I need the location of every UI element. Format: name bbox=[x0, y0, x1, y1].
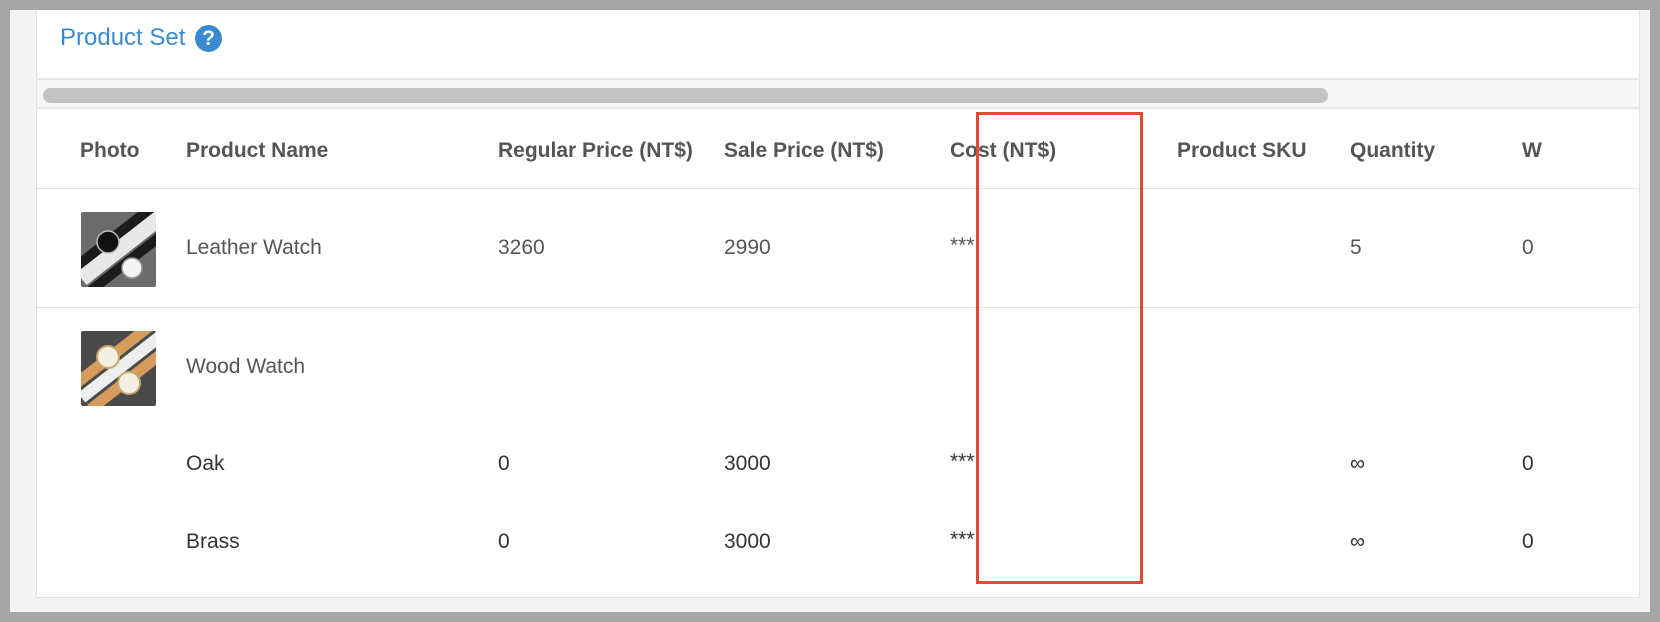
question-circle-icon[interactable]: ? bbox=[195, 25, 222, 52]
regular-price-cell: 0 bbox=[498, 530, 510, 553]
variant-row[interactable]: Brass 0 3000 *** ∞ 0 bbox=[37, 507, 1639, 567]
w-cell: 0 bbox=[1522, 530, 1534, 553]
quantity-cell: ∞ bbox=[1350, 530, 1365, 553]
table-row[interactable]: Leather Watch 3260 2990 *** 5 0 bbox=[37, 189, 1639, 308]
w-cell: 0 bbox=[1522, 236, 1534, 259]
product-set-panel: Product Set ? Photo Product Name Regular… bbox=[36, 10, 1640, 598]
sale-price-cell: 3000 bbox=[724, 452, 771, 475]
column-header-w: W bbox=[1522, 139, 1542, 162]
cost-cell: *** bbox=[950, 528, 975, 551]
column-header-regular-price: Regular Price (NT$) bbox=[498, 139, 693, 162]
product-name[interactable]: Leather Watch bbox=[186, 236, 322, 260]
page-frame: Product Set ? Photo Product Name Regular… bbox=[10, 10, 1650, 612]
column-header-product-sku: Product SKU bbox=[1177, 139, 1307, 162]
section-title: Product Set bbox=[60, 24, 186, 51]
variant-row[interactable]: Oak 0 3000 *** ∞ 0 bbox=[37, 429, 1639, 489]
horizontal-scrollbar[interactable] bbox=[37, 80, 1639, 109]
column-header-quantity: Quantity bbox=[1350, 139, 1436, 162]
column-header-sale-price: Sale Price (NT$) bbox=[724, 139, 884, 162]
column-header-photo: Photo bbox=[80, 139, 140, 162]
w-cell: 0 bbox=[1522, 452, 1534, 475]
variant-name: Brass bbox=[186, 530, 240, 553]
quantity-cell: 5 bbox=[1350, 236, 1362, 259]
quantity-cell: ∞ bbox=[1350, 452, 1365, 475]
scrollbar-thumb[interactable] bbox=[43, 88, 1328, 103]
sale-price-cell: 2990 bbox=[724, 236, 771, 259]
cost-column-highlight bbox=[976, 112, 1143, 584]
column-header-product-name: Product Name bbox=[186, 139, 329, 162]
wood-watch-thumbnail[interactable] bbox=[81, 331, 156, 406]
panel-header: Product Set ? bbox=[37, 10, 1639, 80]
sale-price-cell: 3000 bbox=[724, 530, 771, 553]
leather-watch-thumbnail[interactable] bbox=[81, 212, 156, 287]
variant-name: Oak bbox=[186, 452, 225, 475]
table-header-row: Photo Product Name Regular Price (NT$) S… bbox=[37, 109, 1639, 189]
regular-price-cell: 3260 bbox=[498, 236, 545, 259]
regular-price-cell: 0 bbox=[498, 452, 510, 475]
cost-cell: *** bbox=[950, 450, 975, 473]
product-table: Photo Product Name Regular Price (NT$) S… bbox=[37, 109, 1639, 597]
cost-cell: *** bbox=[950, 234, 975, 257]
product-name[interactable]: Wood Watch bbox=[186, 355, 305, 379]
table-row[interactable]: Wood Watch bbox=[37, 308, 1639, 429]
